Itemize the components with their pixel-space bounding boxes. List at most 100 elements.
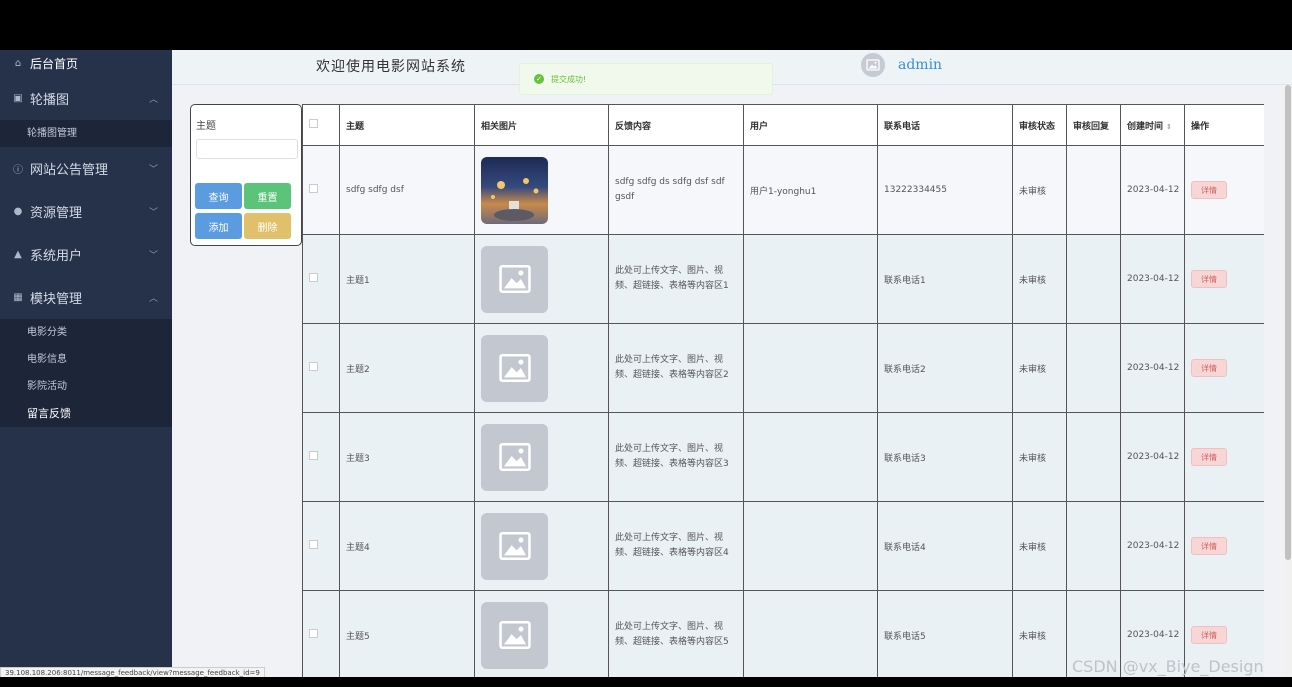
query-button[interactable]: 查询 [195,183,242,209]
cell-subject: 主题4 [339,501,475,591]
scrollbar-thumb[interactable] [1285,85,1291,560]
avatar[interactable] [861,53,885,77]
cell-reply [1066,412,1121,502]
sidebar-item-feedback[interactable]: 留言反馈 [0,400,172,427]
search-label: 主题 [196,121,216,132]
cell-content: 此处可上传文字、图片、视频、超链接、表格等内容区2 [608,323,744,413]
watermark: CSDN @vx_Biye_Design [1072,657,1264,676]
sidebar-item-announcements[interactable]: ⓘ 网站公告管理 ﹀ [0,147,172,190]
row-select-cell[interactable] [302,323,340,413]
select-all-checkbox[interactable] [309,119,318,128]
row-checkbox[interactable] [309,273,318,282]
table-row[interactable]: sdfg sdfg dsf sdfg sdfg ds sdfg dsf sdf g… [302,145,1264,235]
image-placeholder-icon[interactable] [481,245,548,313]
cell-subject: 主题5 [339,590,475,677]
sidebar-item-modules[interactable]: ▦ 模块管理 ︿ [0,276,172,319]
image-placeholder-icon[interactable] [481,601,548,669]
success-toast: ✓ 提交成功! [519,63,773,95]
info-icon: ⓘ [13,165,23,176]
subject-search-input[interactable] [196,139,298,159]
table-row[interactable]: 主题2 此处可上传文字、图片、视频、超链接、表格等内容区2 联系电话2 未审核 2023… [302,323,1264,413]
row-select-cell[interactable] [302,412,340,502]
column-header-created[interactable]: 创建时间 ⇕ [1120,104,1185,146]
feedback-table: 主题 相关图片 反馈内容 用户 联系电话 审核状态 审核回复 创建时间 ⇕ 操作 … [302,104,1264,677]
sidebar-item-movie-category[interactable]: 电影分类 [0,319,172,346]
detail-button[interactable]: 详情 [1191,448,1227,466]
user-icon: ▲ [14,249,22,260]
delete-button[interactable]: 删除 [244,213,291,239]
sort-icon[interactable]: ⇕ [1166,123,1172,131]
cell-subject: 主题2 [339,323,475,413]
check-circle-icon: ✓ [534,74,544,84]
reset-button[interactable]: 重置 [244,183,291,209]
cell-actions: 详情 [1184,145,1264,235]
column-header-phone: 联系电话 [877,104,1013,146]
sidebar-item-home[interactable]: ⌂ 后台首页 [0,50,172,77]
cell-phone: 联系电话5 [877,590,1013,677]
detail-button[interactable]: 详情 [1191,181,1227,199]
detail-button[interactable]: 详情 [1191,359,1227,377]
select-all-cell[interactable] [302,104,340,146]
row-checkbox[interactable] [309,362,318,371]
cell-status: 未审核 [1012,412,1067,502]
cell-user [743,234,878,324]
detail-button[interactable]: 详情 [1191,537,1227,555]
browser-status-url: 39.108.108.206:8011/message_feedback/vie… [0,667,265,677]
cell-phone: 13222334455 [877,145,1013,235]
username[interactable]: admin [898,57,942,73]
add-button[interactable]: 添加 [195,213,242,239]
table-row[interactable]: 主题3 此处可上传文字、图片、视频、超链接、表格等内容区3 联系电话3 未审核 2023… [302,412,1264,502]
grid-icon: ▦ [13,292,23,303]
cell-reply [1066,501,1121,591]
sidebar-item-carousel[interactable]: ▣ 轮播图 ︿ [0,77,172,120]
modules-submenu: 电影分类 电影信息 影院活动 留言反馈 [0,319,172,427]
cell-actions: 详情 [1184,323,1264,413]
row-checkbox[interactable] [309,184,318,193]
sidebar-item-label: 后台首页 [30,57,79,71]
sidebar-item-movie-info[interactable]: 电影信息 [0,346,172,373]
sidebar-item-cinema-events[interactable]: 影院活动 [0,373,172,400]
table-row[interactable]: 主题1 此处可上传文字、图片、视频、超链接、表格等内容区1 联系电话1 未审核 2023… [302,234,1264,324]
cell-content: 此处可上传文字、图片、视频、超链接、表格等内容区4 [608,501,744,591]
table-row[interactable]: 主题4 此处可上传文字、图片、视频、超链接、表格等内容区4 联系电话4 未审核 2023… [302,501,1264,591]
image-placeholder-icon[interactable] [481,423,548,491]
image-placeholder-icon[interactable] [481,334,548,402]
detail-button[interactable]: 详情 [1191,270,1227,288]
column-header-created-label: 创建时间 [1127,121,1164,132]
column-header-content: 反馈内容 [608,104,744,146]
cell-actions: 详情 [1184,412,1264,502]
cell-phone: 联系电话4 [877,501,1013,591]
row-select-cell[interactable] [302,590,340,677]
row-checkbox[interactable] [309,540,318,549]
location-icon: ● [13,206,23,217]
cell-status: 未审核 [1012,501,1067,591]
detail-button[interactable]: 详情 [1191,626,1227,644]
cell-phone: 联系电话1 [877,234,1013,324]
feedback-image[interactable] [481,156,548,224]
feedback-table-container: 主题 相关图片 反馈内容 用户 联系电话 审核状态 审核回复 创建时间 ⇕ 操作 … [302,104,1264,677]
cell-status: 未审核 [1012,323,1067,413]
cell-image [474,323,609,413]
cell-created: 2023-04-12 [1120,501,1185,591]
row-select-cell[interactable] [302,234,340,324]
cell-created: 2023-04-12 [1120,145,1185,235]
cell-image [474,145,609,235]
sidebar-item-resources[interactable]: ● 资源管理 ﹀ [0,190,172,233]
cell-created: 2023-04-12 [1120,412,1185,502]
row-checkbox[interactable] [309,629,318,638]
image-placeholder-icon[interactable] [481,512,548,580]
row-select-cell[interactable] [302,501,340,591]
app-screen: ⌂ 后台首页 ▣ 轮播图 ︿ 轮播图管理 ⓘ 网站公告管理 ﹀ ● 资源管理 ﹀… [0,50,1292,677]
sidebar: ⌂ 后台首页 ▣ 轮播图 ︿ 轮播图管理 ⓘ 网站公告管理 ﹀ ● 资源管理 ﹀… [0,50,172,677]
row-checkbox[interactable] [309,451,318,460]
page-scrollbar[interactable] [1283,85,1292,677]
cell-reply [1066,234,1121,324]
cell-reply [1066,145,1121,235]
sidebar-item-users[interactable]: ▲ 系统用户 ﹀ [0,233,172,276]
sidebar-item-carousel-manage[interactable]: 轮播图管理 [0,120,172,147]
cell-actions: 详情 [1184,234,1264,324]
cell-status: 未审核 [1012,234,1067,324]
row-select-cell[interactable] [302,145,340,235]
chevron-down-icon: ﹀ [148,165,158,175]
cell-image [474,234,609,324]
